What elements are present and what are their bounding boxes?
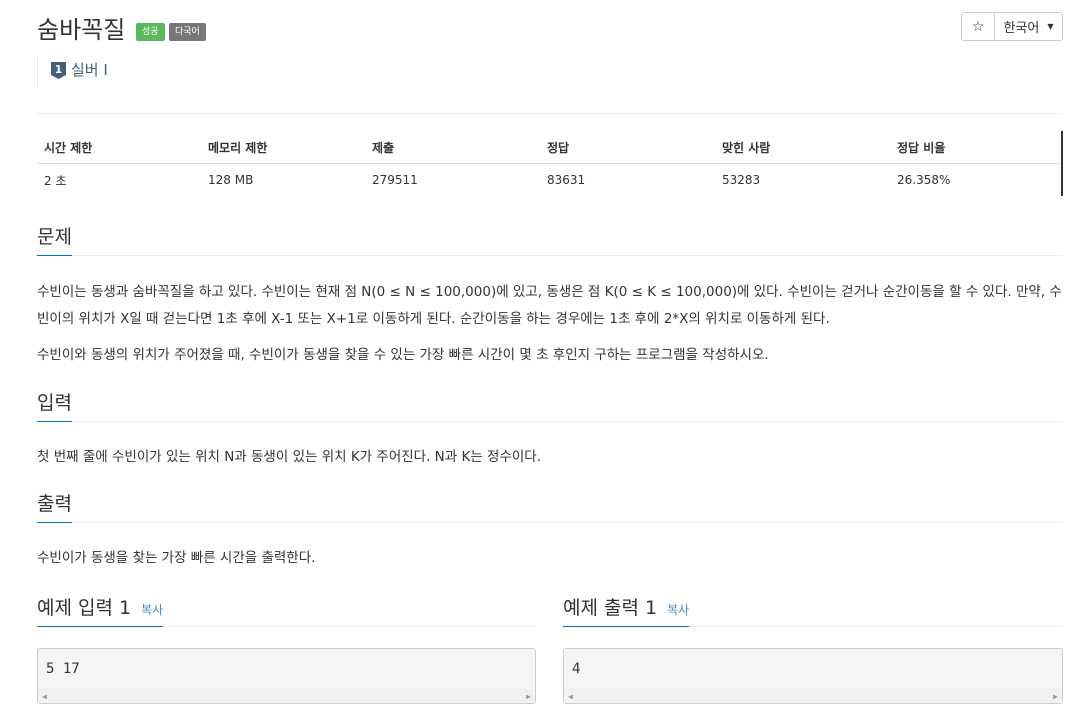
horizontal-scrollbar[interactable]: ◀ ▶	[38, 689, 535, 703]
header-solvers: 맞힌 사람	[715, 131, 890, 164]
sample-output-box[interactable]: 4 ◀ ▶	[563, 648, 1063, 704]
problem-section-header: 문제	[37, 223, 1063, 256]
accepted-value: 83631	[547, 173, 586, 187]
output-section-title: 출력	[37, 489, 72, 523]
problem-title: 숨바꼭질	[37, 16, 126, 44]
input-text: 첫 번째 줄에 수빈이가 있는 위치 N과 동생이 있는 위치 K가 주어진다.…	[37, 449, 542, 465]
sample-output-header: 예제 출력 1 복사	[563, 594, 1063, 627]
scroll-left-icon[interactable]: ◀	[42, 692, 47, 701]
language-dropdown[interactable]: 한국어 ▼	[995, 12, 1063, 41]
time-limit-value: 2 초	[44, 173, 67, 188]
problem-text-1: 수빈이는 동생과 숨바꼭질을 하고 있다. 수빈이는 현재 점 N(0 ≤ N …	[37, 284, 1062, 327]
sample-input-label: 예제 입력 1	[37, 597, 132, 619]
problem-text-2: 수빈이와 동생의 위치가 주어졌을 때, 수빈이가 동생을 찾을 수 있는 가장…	[37, 347, 769, 363]
tier-label[interactable]: 실버 I	[71, 59, 108, 80]
ratio-value: 26.358%	[897, 173, 951, 187]
sample-input-value: 5 17	[46, 661, 80, 677]
sample-output-value: 4	[572, 661, 581, 677]
header-memory-limit: 메모리 제한	[201, 131, 365, 164]
divider	[37, 113, 1063, 114]
multilang-badge: 다국어	[169, 23, 206, 41]
sample-input-box[interactable]: 5 17 ◀ ▶	[37, 648, 536, 704]
tier-icon: 1	[51, 62, 66, 79]
scroll-right-icon[interactable]: ▶	[526, 692, 531, 701]
scroll-left-icon[interactable]: ◀	[568, 692, 573, 701]
header-ratio: 정답 비율	[890, 131, 1062, 164]
star-button[interactable]: ☆	[961, 12, 995, 41]
sample-input-title: 예제 입력 1 복사	[37, 593, 164, 627]
header-time-limit: 시간 제한	[37, 131, 201, 164]
copy-input-link[interactable]: 복사	[141, 603, 163, 617]
output-section-header: 출력	[37, 490, 1063, 523]
input-section-title: 입력	[37, 388, 72, 422]
svg-text:1: 1	[55, 63, 63, 76]
table-row: 2 초 128 MB 279511 83631 53283 26.358%	[37, 164, 1062, 197]
copy-output-link[interactable]: 복사	[667, 603, 689, 617]
sample-input-header: 예제 입력 1 복사	[37, 594, 536, 627]
scroll-right-icon[interactable]: ▶	[1053, 692, 1058, 701]
solvers-value: 53283	[722, 173, 761, 187]
header-accepted: 정답	[540, 131, 715, 164]
sample-output-title: 예제 출력 1 복사	[563, 593, 690, 627]
tier-block: 1 실버 I	[37, 56, 108, 88]
horizontal-scrollbar[interactable]: ◀ ▶	[564, 689, 1062, 703]
problem-description: 수빈이는 동생과 숨바꼭질을 하고 있다. 수빈이는 현재 점 N(0 ≤ N …	[37, 279, 1063, 369]
output-text: 수빈이가 동생을 찾는 가장 빠른 시간을 출력한다.	[37, 550, 316, 566]
table-header-row: 시간 제한 메모리 제한 제출 정답 맞힌 사람 정답 비율	[37, 131, 1062, 164]
success-badge: 성공	[136, 23, 165, 41]
caret-down-icon: ▼	[1047, 22, 1054, 31]
input-section-header: 입력	[37, 389, 1063, 422]
toolbar: ☆ 한국어 ▼	[961, 12, 1063, 41]
problem-info-table: 시간 제한 메모리 제한 제출 정답 맞힌 사람 정답 비율 2 초 128 M…	[37, 131, 1063, 196]
problem-section-title: 문제	[37, 222, 72, 256]
star-icon: ☆	[971, 18, 985, 35]
header-submissions: 제출	[365, 131, 540, 164]
submissions-value: 279511	[372, 173, 418, 187]
memory-limit-value: 128 MB	[208, 173, 254, 187]
sample-output-label: 예제 출력 1	[563, 597, 658, 619]
language-label: 한국어	[1003, 21, 1040, 36]
